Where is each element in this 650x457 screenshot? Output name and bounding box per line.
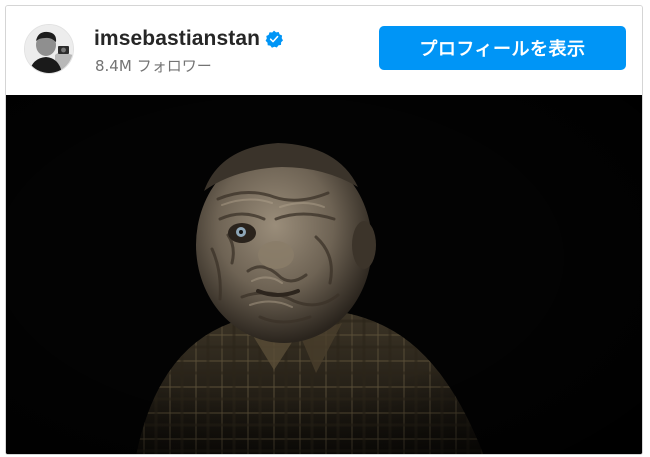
profile-avatar[interactable]: [24, 24, 74, 74]
post-header: imsebastianstan 8.4M フォロワー プロフィールを表示: [6, 6, 642, 95]
verified-badge-icon: [265, 30, 284, 48]
post-image-prosthetic-face: [6, 95, 642, 454]
post-photo[interactable]: [6, 95, 642, 454]
username-row: imsebastianstan: [94, 26, 284, 52]
avatar-photo-icon: [25, 25, 73, 73]
followers-number: 8.4M: [95, 57, 132, 75]
followers-count: 8.4M フォロワー: [95, 55, 212, 76]
followers-label: フォロワー: [136, 57, 212, 75]
view-profile-button[interactable]: プロフィールを表示: [379, 26, 626, 70]
instagram-embed-card: imsebastianstan 8.4M フォロワー プロフィールを表示: [5, 5, 643, 455]
username[interactable]: imsebastianstan: [94, 27, 260, 51]
